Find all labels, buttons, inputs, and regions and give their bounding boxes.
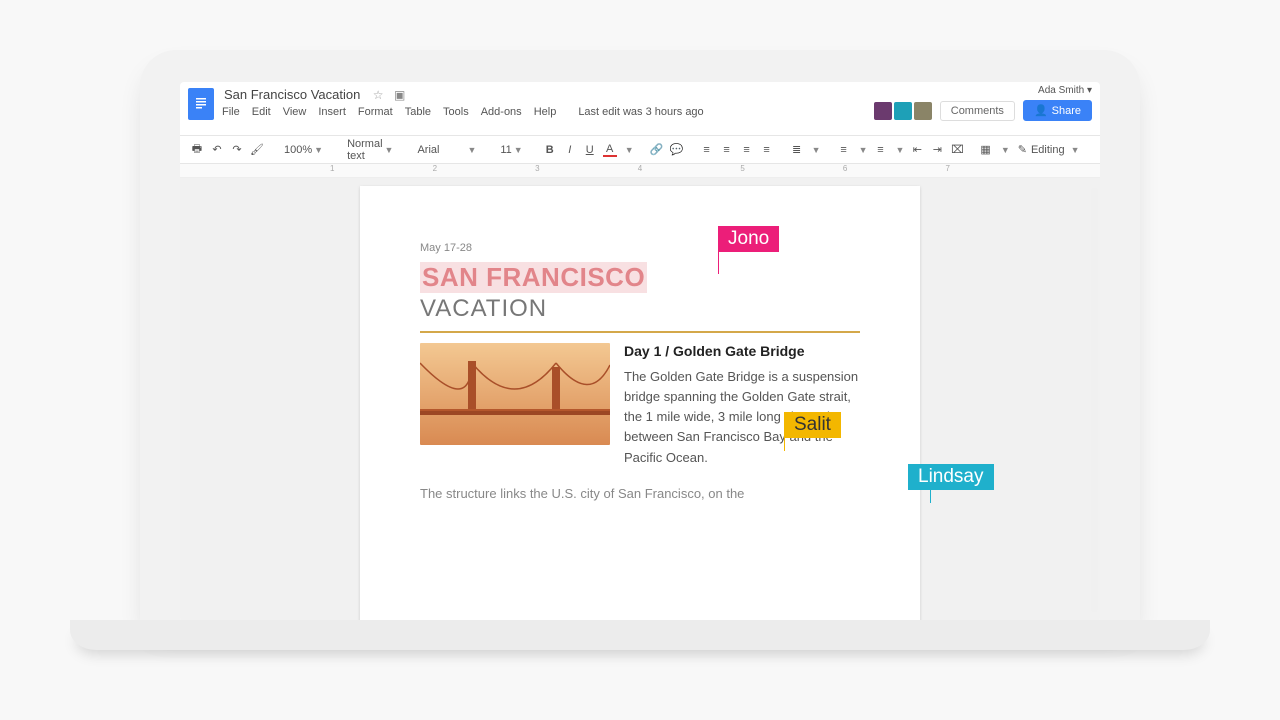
font-size-select[interactable]: 11▼ [496,144,526,156]
docs-logo-icon[interactable] [188,88,214,120]
screen: San Francisco Vacation ☆ ▣ File Edit Vie… [180,82,1100,622]
menu-bar: File Edit View Insert Format Table Tools… [222,106,704,118]
print-icon[interactable]: 🖶 [190,143,204,157]
paragraph-style-select[interactable]: Normal text▼ [343,138,397,162]
italic-icon[interactable]: I [563,143,577,157]
person-icon: 👤 [1034,104,1048,117]
bulleted-list-icon[interactable]: ≡ [873,143,887,157]
document-page[interactable]: May 17-28 SAN FRANCISCO VACATION Day 1 /… [360,186,920,622]
chevron-down-icon[interactable]: ▼ [625,145,634,155]
bold-icon[interactable]: B [543,143,557,157]
collaborator-avatars[interactable] [874,102,932,120]
last-edit-label: Last edit was 3 hours ago [578,106,703,118]
heading-line2: VACATION [420,295,860,323]
laptop-base [70,620,1210,650]
folder-icon[interactable]: ▣ [394,88,405,102]
menu-addons[interactable]: Add-ons [481,106,522,118]
vertical-scrollbar[interactable] [1091,188,1098,612]
avatar[interactable] [914,102,932,120]
menu-file[interactable]: File [222,106,240,118]
increase-indent-icon[interactable]: ⇥ [930,143,944,157]
doc-date: May 17-28 [420,242,860,254]
menu-view[interactable]: View [283,106,307,118]
menu-table[interactable]: Table [405,106,431,118]
menu-help[interactable]: Help [534,106,557,118]
redo-icon[interactable]: ↷ [230,143,244,157]
numbered-list-icon[interactable]: ≡ [837,143,851,157]
image-icon[interactable]: ▦ [980,143,990,157]
avatar[interactable] [874,102,892,120]
menu-tools[interactable]: Tools [443,106,469,118]
editing-mode-select[interactable]: ✎ Editing ▼ [1018,143,1080,156]
doc-title[interactable]: San Francisco Vacation [222,86,362,103]
pencil-icon: ✎ [1018,143,1027,156]
text-color-icon[interactable]: A [603,143,617,157]
doc-header: San Francisco Vacation ☆ ▣ File Edit Vie… [180,82,1100,136]
underline-icon[interactable]: U [583,143,597,157]
avatar[interactable] [894,102,912,120]
line-spacing-icon[interactable]: ≣ [790,143,804,157]
collab-label-salit: Salit [784,412,841,438]
comments-button[interactable]: Comments [940,101,1015,121]
link-icon[interactable]: 🔗 [650,143,664,157]
clear-formatting-icon[interactable]: ⌧ [950,143,964,157]
zoom-select[interactable]: 100%▼ [280,144,327,156]
comment-icon[interactable]: 💬 [670,143,684,157]
paint-format-icon[interactable]: 🖌 [250,143,264,157]
align-justify-icon[interactable]: ≡ [760,143,774,157]
page-canvas[interactable]: May 17-28 SAN FRANCISCO VACATION Day 1 /… [180,178,1100,622]
menu-format[interactable]: Format [358,106,393,118]
collab-label-lindsay: Lindsay [908,464,994,490]
decrease-indent-icon[interactable]: ⇤ [910,143,924,157]
toolbar: 🖶 ↶ ↷ 🖌 100%▼ Normal text▼ Arial▼ 11▼ B … [180,136,1100,164]
menu-edit[interactable]: Edit [252,106,271,118]
collab-label-jono: Jono [718,226,779,252]
body-paragraph-2: The structure links the U.S. city of San… [420,484,860,504]
menu-insert[interactable]: Insert [318,106,346,118]
golden-gate-image[interactable] [420,343,610,445]
ruler[interactable]: 1 2 3 4 5 6 7 [180,164,1100,178]
font-select[interactable]: Arial▼ [413,144,480,156]
day-heading: Day 1 / Golden Gate Bridge [624,343,860,359]
align-center-icon[interactable]: ≡ [720,143,734,157]
laptop-frame: San Francisco Vacation ☆ ▣ File Edit Vie… [140,50,1140,630]
divider [420,331,860,333]
account-menu[interactable]: Ada Smith ▾ [1038,86,1092,96]
undo-icon[interactable]: ↶ [210,143,224,157]
star-icon[interactable]: ☆ [373,88,384,102]
heading-line1: SAN FRANCISCO [420,262,647,293]
share-button[interactable]: 👤 Share [1023,100,1092,121]
align-left-icon[interactable]: ≡ [700,143,714,157]
align-right-icon[interactable]: ≡ [740,143,754,157]
